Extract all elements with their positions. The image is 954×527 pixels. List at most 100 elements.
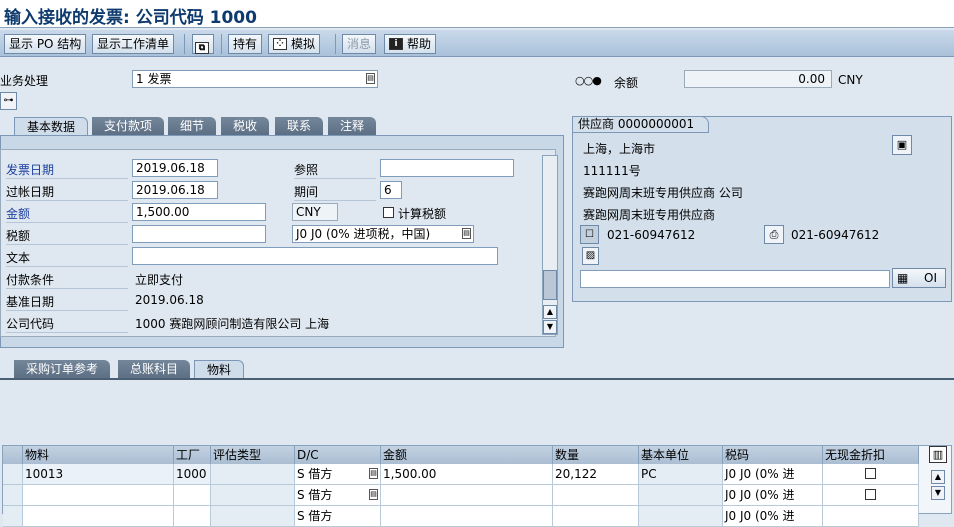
cell-material[interactable] <box>23 485 174 506</box>
tab-basic-data[interactable]: 基本数据 <box>14 117 89 135</box>
row-selector[interactable] <box>3 485 23 506</box>
cell-amount[interactable] <box>381 485 553 506</box>
col-header-tax-code[interactable]: 税码 <box>723 446 823 464</box>
balance-label: 余额 <box>614 76 639 90</box>
tax-code-value: J0 J0 (0% 进项税，中国) <box>296 227 431 241</box>
cell-quantity[interactable]: 20,122 <box>553 464 639 485</box>
scroll-up-icon[interactable]: ▲ <box>543 305 557 319</box>
col-header-plant[interactable]: 工厂 <box>174 446 211 464</box>
toggle-header-button[interactable]: ⊶ <box>0 92 17 110</box>
column-config-icon[interactable]: ▥ <box>929 446 947 463</box>
tab-gl-account[interactable]: 总账科目 <box>118 360 191 378</box>
cell-quantity[interactable] <box>553 485 639 506</box>
cell-valuation-type[interactable] <box>211 464 295 485</box>
reference-label: 参照 <box>294 161 376 179</box>
invoice-date-field[interactable]: 2019.06.18 <box>132 159 218 177</box>
col-header-quantity[interactable]: 数量 <box>553 446 639 464</box>
text-label: 文本 <box>6 249 128 267</box>
tab-tax[interactable]: 税收 <box>221 117 270 135</box>
cell-material[interactable]: 10013 <box>23 464 174 485</box>
messages-button[interactable]: 消息 <box>342 34 377 54</box>
cell-no-discount[interactable] <box>823 485 919 506</box>
open-items-button[interactable]: ▦ OI <box>892 268 946 288</box>
cell-unit[interactable] <box>639 506 723 527</box>
help-label: 帮助 <box>407 37 432 51</box>
no-discount-checkbox[interactable] <box>865 468 876 479</box>
cell-unit[interactable]: PC <box>639 464 723 485</box>
grid-scroll-up-icon[interactable]: ▲ <box>931 470 945 484</box>
currency-field[interactable]: CNY <box>292 203 338 221</box>
phone-icon[interactable]: ☐ <box>580 225 599 244</box>
baseline-date-value: 2019.06.18 <box>135 293 204 307</box>
posting-date-field[interactable]: 2019.06.18 <box>132 181 218 199</box>
dropdown-icon: ▤ <box>462 228 471 239</box>
traffic-light-icon: ○○● <box>575 74 602 87</box>
amount-label: 金额 <box>6 205 128 223</box>
copy-icon[interactable]: ⧉ <box>192 34 214 54</box>
show-po-structure-button[interactable]: 显示 PO 结构 <box>4 34 87 54</box>
cell-tax-code[interactable]: J0 J0 (0% 进 <box>723 464 823 485</box>
vendor-phone: 021-60947612 <box>607 228 696 242</box>
cell-dc[interactable]: S 借方 ▤ <box>295 485 381 506</box>
calc-tax-label: 计算税额 <box>398 207 447 221</box>
cell-tax-code[interactable]: J0 J0 (0% 进 <box>723 506 823 527</box>
cell-dc[interactable]: S 借方 <box>295 506 381 527</box>
col-header-amount[interactable]: 金额 <box>381 446 553 464</box>
tab-payment[interactable]: 支付款项 <box>92 117 165 135</box>
help-button[interactable]: i 帮助 <box>384 34 437 54</box>
company-code-value: 1000 赛跑网顾问制造有限公司 上海 <box>135 317 330 331</box>
row-selector[interactable] <box>3 506 23 527</box>
grid-scroll-down-icon[interactable]: ▼ <box>931 486 945 500</box>
col-header-valuation-type[interactable]: 评估类型 <box>211 446 295 464</box>
simulate-button[interactable]: ⁘ 模拟 <box>268 34 321 54</box>
col-header-material[interactable]: 物料 <box>23 446 174 464</box>
grid-icon: ▦ <box>897 271 909 285</box>
no-discount-checkbox[interactable] <box>865 489 876 500</box>
cell-dc[interactable]: S 借方 ▤ <box>295 464 381 485</box>
col-header-unit[interactable]: 基本单位 <box>639 446 723 464</box>
row-selector-header[interactable] <box>3 446 23 464</box>
tab-notes[interactable]: 注释 <box>328 117 377 135</box>
tab-contacts[interactable]: 联系 <box>275 117 324 135</box>
transaction-select[interactable]: 1 发票 ▤ <box>132 70 378 88</box>
dropdown-icon: ▤ <box>366 73 375 84</box>
cell-plant[interactable] <box>174 485 211 506</box>
vendor-tab[interactable]: 供应商 0000000001 <box>572 116 710 133</box>
document-icon[interactable]: ▨ <box>582 247 599 265</box>
cell-tax-code[interactable]: J0 J0 (0% 进 <box>723 485 823 506</box>
cell-valuation-type[interactable] <box>211 506 295 527</box>
scroll-down-icon[interactable]: ▼ <box>543 320 557 334</box>
cell-plant[interactable] <box>174 506 211 527</box>
reference-field[interactable] <box>380 159 514 177</box>
row-selector[interactable] <box>3 464 23 485</box>
tab-po-reference[interactable]: 采购订单参考 <box>14 360 111 378</box>
text-field[interactable] <box>132 247 498 265</box>
payment-terms-value: 立即支付 <box>135 273 184 287</box>
tab-material[interactable]: 物料 <box>194 360 245 378</box>
tax-amount-label: 税额 <box>6 227 128 245</box>
scrollbar-thumb[interactable] <box>543 270 557 300</box>
cell-valuation-type[interactable] <box>211 485 295 506</box>
period-field[interactable]: 6 <box>380 181 402 199</box>
amount-field[interactable]: 1,500.00 <box>132 203 266 221</box>
show-worklist-button[interactable]: 显示工作清单 <box>92 34 175 54</box>
cell-dc-value: S 借方 <box>297 488 333 502</box>
cell-material[interactable] <box>23 506 174 527</box>
vendor-detail-icon[interactable]: ▣ <box>892 135 912 155</box>
col-header-dc[interactable]: D/C <box>295 446 381 464</box>
hold-button[interactable]: 持有 <box>228 34 263 54</box>
cell-plant[interactable]: 1000 <box>174 464 211 485</box>
tab-details[interactable]: 细节 <box>168 117 217 135</box>
cell-no-discount[interactable] <box>823 464 919 485</box>
cell-amount[interactable] <box>381 506 553 527</box>
cell-no-discount[interactable] <box>823 506 919 527</box>
cell-quantity[interactable] <box>553 506 639 527</box>
cell-amount[interactable]: 1,500.00 <box>381 464 553 485</box>
vendor-search-field[interactable] <box>580 270 890 288</box>
calc-tax-checkbox[interactable] <box>383 206 394 220</box>
tax-amount-field[interactable] <box>132 225 266 243</box>
cell-unit[interactable] <box>639 485 723 506</box>
col-header-no-discount[interactable]: 无现金折扣 <box>823 446 919 464</box>
fax-icon[interactable]: ⎙ <box>764 225 784 244</box>
tax-code-select[interactable]: J0 J0 (0% 进项税，中国) ▤ <box>292 225 474 243</box>
